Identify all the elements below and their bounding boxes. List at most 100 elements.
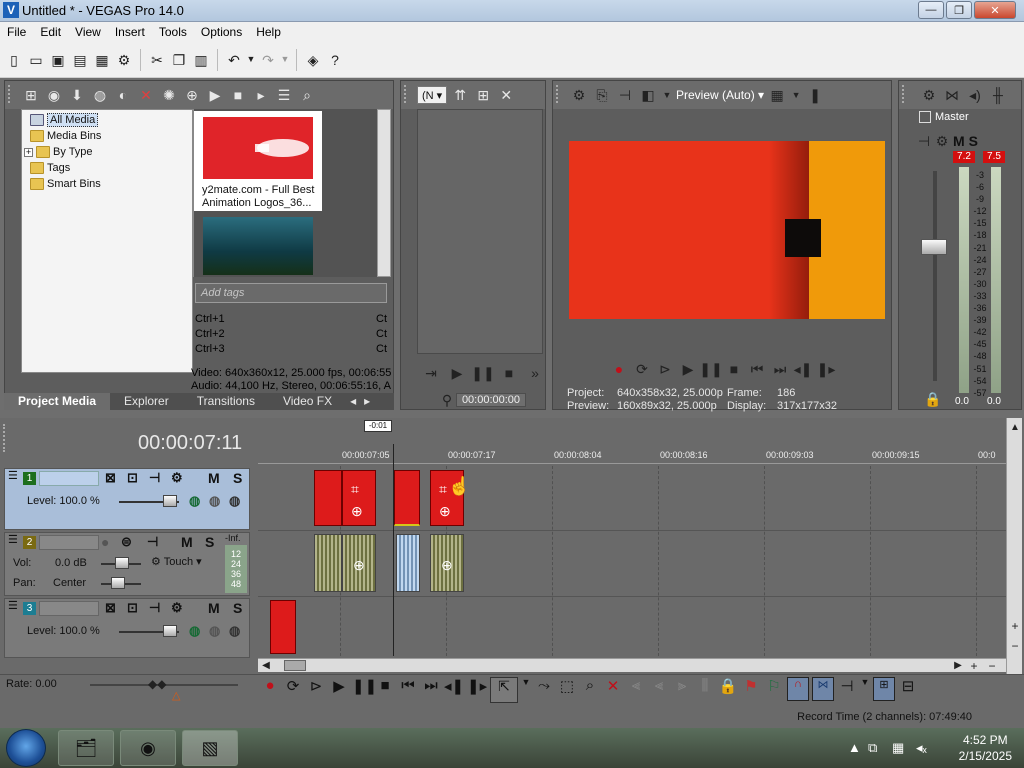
save-as-icon[interactable]: ▤ xyxy=(70,50,90,70)
pause-icon[interactable]: ❚❚ xyxy=(352,677,377,703)
menu-view[interactable]: View xyxy=(68,25,108,39)
add-tags-input[interactable]: Add tags xyxy=(195,283,387,303)
redo-icon[interactable]: ↷ xyxy=(258,50,278,70)
normal-edit-tool-icon[interactable]: ⇱ xyxy=(490,677,518,703)
loop-icon[interactable]: ⟳ xyxy=(283,677,303,703)
properties-gear-icon[interactable]: ⚙ xyxy=(114,50,134,70)
rate-slider-handle[interactable]: ◆◆ xyxy=(148,677,166,691)
zoom-in-vertical-icon[interactable]: + xyxy=(1005,616,1024,636)
import-disc-icon[interactable]: ◍ xyxy=(90,85,110,105)
menu-insert[interactable]: Insert xyxy=(108,25,152,39)
trimmer-options-icon[interactable]: ⊞ xyxy=(473,85,493,105)
menu-help[interactable]: Help xyxy=(249,25,288,39)
capture-video-icon[interactable]: ◉ xyxy=(44,85,64,105)
ripple-dropdown-icon[interactable]: ▼ xyxy=(860,677,870,703)
stop-preview-icon[interactable]: ■ xyxy=(228,85,248,105)
master-mute-button[interactable]: M xyxy=(953,133,965,149)
pan-slider-handle[interactable] xyxy=(111,577,125,589)
ignore-event-grouping-icon[interactable]: ◈ xyxy=(303,50,323,70)
menu-file[interactable]: File xyxy=(0,25,33,39)
split-screen-icon[interactable]: ⊣ xyxy=(615,85,635,105)
zoom-out-vertical-icon[interactable]: − xyxy=(1005,636,1024,656)
record-icon[interactable]: ● xyxy=(609,359,629,379)
panel-grip[interactable] xyxy=(8,85,16,103)
insert-marker-icon[interactable]: ⚑ xyxy=(741,677,761,703)
panel-grip[interactable] xyxy=(3,424,11,452)
minimize-button[interactable]: — xyxy=(918,1,944,19)
mixer-faders-icon[interactable]: ╫ xyxy=(988,85,1008,105)
whats-this-help-icon[interactable]: ? xyxy=(325,50,345,70)
go-to-end-icon[interactable]: ⏭ xyxy=(770,359,790,379)
close-button[interactable]: ✕ xyxy=(974,1,1016,19)
mixer-settings-icon[interactable]: ⚙ xyxy=(919,85,939,105)
solo-button[interactable]: S xyxy=(233,470,242,486)
menu-tools[interactable]: Tools xyxy=(152,25,194,39)
play-from-start-icon[interactable]: ⊳ xyxy=(655,359,675,379)
tree-item-media-bins[interactable]: Media Bins xyxy=(30,128,101,144)
video-event[interactable]: ⌗ ⊕ xyxy=(342,470,376,526)
tab-scroll-left-icon[interactable]: ◂ xyxy=(346,393,360,410)
edit-tool-dropdown-icon[interactable]: ▼ xyxy=(521,677,531,703)
track-settings-icon[interactable]: ⚙ xyxy=(171,600,183,616)
split-icon[interactable]: ⫼ xyxy=(695,677,715,703)
video-track-1[interactable]: ☰ 1 ⊠ ⊡ ⊣ ⚙ M S Level: 100.0 % ◍ ◍ ◍ xyxy=(4,468,250,530)
tab-transitions[interactable]: Transitions xyxy=(183,393,269,410)
expand-icon[interactable]: + xyxy=(24,147,33,157)
track-settings-icon[interactable]: ⚙ xyxy=(171,470,183,486)
video-event[interactable] xyxy=(394,470,420,526)
timeline-horizontal-scrollbar[interactable]: ◀ ▶ + − xyxy=(258,658,1006,672)
composite-parent-icon[interactable]: ◍ xyxy=(209,493,220,509)
ignore-grouping-icon[interactable]: ⊟ xyxy=(898,677,918,703)
external-monitor-icon[interactable]: ⎘ xyxy=(592,85,612,105)
play-icon[interactable]: ▶ xyxy=(329,677,349,703)
mixer-fx-icon[interactable]: ⋈ xyxy=(942,85,962,105)
mute-button[interactable]: M xyxy=(181,534,193,550)
preview-quality-select[interactable]: Preview (Auto) ▾ xyxy=(676,88,764,102)
level-slider-handle[interactable] xyxy=(163,495,177,507)
loop-playback-icon[interactable]: ⇥ xyxy=(421,363,441,383)
add-to-timeline-icon[interactable]: ⇈ xyxy=(450,85,470,105)
play-preview-icon[interactable]: ▶ xyxy=(205,85,225,105)
maximize-button[interactable]: ❐ xyxy=(946,1,972,19)
taskbar-clock[interactable]: 4:52 PM 2/15/2025 xyxy=(959,732,1012,764)
event-fx-icon[interactable]: ⊕ xyxy=(441,557,453,574)
video-event[interactable] xyxy=(270,600,296,654)
audio-event[interactable]: ⊕ xyxy=(430,534,464,592)
media-item-thumbnail[interactable]: y2mate.com - Full Best Animation Logos_3… xyxy=(194,111,322,211)
scroll-up-icon[interactable]: ▲ xyxy=(1005,418,1024,438)
track-name-field[interactable] xyxy=(39,535,99,550)
pause-icon[interactable]: ❚❚ xyxy=(699,359,722,379)
stop-icon[interactable]: ■ xyxy=(499,363,519,383)
snapping-magnet-icon[interactable]: ∩ xyxy=(787,677,809,701)
tray-volume-muted-icon[interactable]: ◂ₓ xyxy=(916,740,927,756)
master-solo-button[interactable]: S xyxy=(969,133,978,149)
track-motion-icon[interactable]: ⊠ xyxy=(105,600,116,616)
video-event[interactable] xyxy=(314,470,342,526)
copy-snapshot-icon[interactable]: ❚ xyxy=(805,85,825,105)
trimmer-mode-select[interactable]: (N ▾ xyxy=(417,86,448,104)
media-generators-icon[interactable]: ⊕ xyxy=(182,85,202,105)
open-folder-icon[interactable]: ▭ xyxy=(26,50,46,70)
track-name-field[interactable] xyxy=(39,601,99,616)
master-fader-handle[interactable] xyxy=(921,239,947,255)
audio-event[interactable]: ⊕ xyxy=(342,534,376,592)
track-fx-icon[interactable]: ⊣ xyxy=(147,534,158,550)
trimmer-clear-icon[interactable]: ✕ xyxy=(496,85,516,105)
copy-icon[interactable]: ❐ xyxy=(169,50,189,70)
save-icon[interactable]: ▣ xyxy=(48,50,68,70)
solo-button[interactable]: S xyxy=(233,600,242,616)
import-media-icon[interactable]: ⊞ xyxy=(21,85,41,105)
undo-dropdown-icon[interactable]: ▼ xyxy=(246,50,256,70)
auto-crossfade-icon[interactable]: ⋈ xyxy=(812,677,834,701)
tab-project-media[interactable]: Project Media xyxy=(4,393,111,410)
loop-icon[interactable]: ⟳ xyxy=(632,359,652,379)
automation-touch-select[interactable]: ⚙ Touch ▾ xyxy=(151,555,202,568)
stop-icon[interactable]: ■ xyxy=(724,359,744,379)
trim-icon[interactable]: ⫷ xyxy=(626,677,646,703)
tree-item-by-type[interactable]: + By Type xyxy=(24,144,93,160)
new-file-icon[interactable]: ▯ xyxy=(4,50,24,70)
time-ruler[interactable]: 00:00:07:05 00:00:07:17 00:00:08:04 00:0… xyxy=(258,446,1006,464)
make-compositing-icon[interactable]: ◍ xyxy=(229,493,240,509)
level-slider-handle[interactable] xyxy=(163,625,177,637)
tree-item-all-media[interactable]: All Media xyxy=(30,112,99,128)
